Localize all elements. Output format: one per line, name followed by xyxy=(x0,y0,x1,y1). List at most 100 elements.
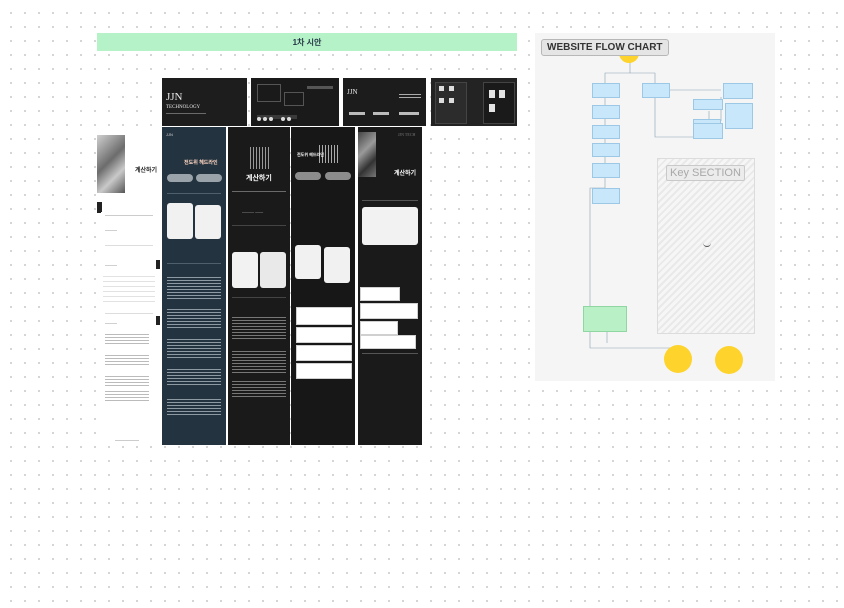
divider xyxy=(232,297,286,298)
spec-card xyxy=(167,203,193,239)
text-block xyxy=(167,397,221,415)
toggle-option[interactable] xyxy=(295,172,321,180)
logo-row xyxy=(349,112,365,115)
thumbnail-brand: JJN xyxy=(166,91,183,103)
flow-node[interactable] xyxy=(592,125,620,139)
page-title: 계산하기 xyxy=(135,168,158,174)
scroll-tab[interactable] xyxy=(97,202,102,212)
spec-card xyxy=(232,252,258,288)
frame-thumbnail-3[interactable]: JJN xyxy=(343,78,426,126)
text-block xyxy=(232,379,286,399)
logo-row xyxy=(399,112,419,115)
result-table xyxy=(103,272,155,302)
flow-node[interactable] xyxy=(693,123,723,139)
text-block xyxy=(167,275,221,299)
divider xyxy=(232,191,286,192)
flow-node[interactable] xyxy=(592,143,620,157)
end-node[interactable] xyxy=(715,346,743,374)
toggle-option[interactable] xyxy=(196,174,222,182)
menu-line xyxy=(399,97,421,98)
spec-card xyxy=(260,252,286,288)
text-block xyxy=(105,353,149,367)
note-card xyxy=(360,321,398,335)
flow-node[interactable] xyxy=(723,83,753,99)
section-banner[interactable]: 1차 시안 xyxy=(97,33,517,51)
form-label: ——— xyxy=(105,262,117,267)
scroll-tab[interactable] xyxy=(156,260,160,269)
divider xyxy=(167,193,221,194)
screen-preview xyxy=(449,98,454,103)
flow-node[interactable] xyxy=(693,99,723,110)
screen-preview xyxy=(483,82,515,124)
divider xyxy=(105,313,153,314)
flow-node[interactable] xyxy=(592,83,620,98)
form-label: ——— —— xyxy=(242,209,264,214)
flow-node[interactable] xyxy=(725,103,753,129)
footer-line xyxy=(115,440,139,441)
screen-preview xyxy=(489,104,495,112)
divider xyxy=(166,113,206,114)
screen-preview xyxy=(499,90,505,98)
note-card xyxy=(360,303,418,319)
mockup-dark-2[interactable]: 전도위 헤드라인 xyxy=(291,127,355,445)
hero-image xyxy=(358,132,376,177)
menu-line xyxy=(399,94,421,95)
mockup-light[interactable]: 계산하기 ——— ——— ——— xyxy=(97,127,159,445)
flow-note[interactable] xyxy=(583,306,627,332)
flowchart-title: WEBSITE FLOW CHART xyxy=(541,39,669,56)
eye-icon xyxy=(703,243,711,247)
mockup-dark-3[interactable]: JJN TECH 계산하기 xyxy=(358,127,422,445)
flow-node[interactable] xyxy=(592,188,620,204)
page-title: 전도위 헤드라인 xyxy=(297,152,324,157)
text-block xyxy=(232,349,286,373)
text-block xyxy=(167,307,221,329)
circle-row xyxy=(287,117,291,121)
form-label: ——— xyxy=(105,320,117,325)
flow-node[interactable] xyxy=(592,163,620,178)
screen-preview xyxy=(489,90,495,98)
circle-row xyxy=(263,117,267,121)
mockup-navy[interactable]: JJN 전도위 헤드라인 xyxy=(162,127,226,445)
divider xyxy=(232,225,286,226)
flow-node[interactable] xyxy=(592,105,620,119)
screen-preview xyxy=(449,86,454,91)
toggle-option[interactable] xyxy=(325,172,351,180)
page-title: 계산하기 xyxy=(394,171,417,177)
section-banner-label: 1차 시안 xyxy=(292,37,322,47)
scroll-tab[interactable] xyxy=(156,316,160,325)
screen-preview xyxy=(307,86,333,89)
screen-preview xyxy=(439,98,444,103)
divider xyxy=(362,200,418,201)
frame-thumbnail-2[interactable] xyxy=(251,78,339,126)
spec-card xyxy=(324,247,350,283)
brand-label: JJN TECH xyxy=(398,132,416,137)
text-block xyxy=(167,337,221,359)
screen-preview xyxy=(439,86,444,91)
thumbnail-brand: JJN xyxy=(347,88,358,96)
circle-row xyxy=(269,117,273,121)
note-card xyxy=(360,335,416,349)
hero-image xyxy=(97,135,125,193)
note-card xyxy=(296,363,352,379)
key-section[interactable]: Key SECTION xyxy=(657,158,755,334)
frame-thumbnail-4[interactable] xyxy=(431,78,517,126)
frame-thumbnail-1[interactable]: JJN TECHNOLOGY xyxy=(162,78,247,126)
toggle-option[interactable] xyxy=(167,174,193,182)
note-card xyxy=(360,287,400,301)
flowchart-panel[interactable]: WEBSITE FLOW CHART Key SECTION xyxy=(535,33,775,381)
end-node[interactable] xyxy=(664,345,692,373)
spec-card xyxy=(362,207,418,245)
flow-node[interactable] xyxy=(642,83,670,98)
mockup-dark-1[interactable]: 계산하기 ——— —— xyxy=(228,127,290,445)
divider xyxy=(105,245,153,246)
thumbnail-subtitle: TECHNOLOGY xyxy=(166,105,201,110)
divider xyxy=(362,353,418,354)
brand-label: JJN xyxy=(166,132,173,137)
text-block xyxy=(105,389,149,401)
form-label: ——— xyxy=(105,227,117,232)
screen-preview xyxy=(257,84,281,102)
spec-card xyxy=(295,245,321,279)
spec-card xyxy=(195,205,221,239)
note-card xyxy=(296,327,352,343)
page-title: 계산하기 xyxy=(246,175,272,182)
